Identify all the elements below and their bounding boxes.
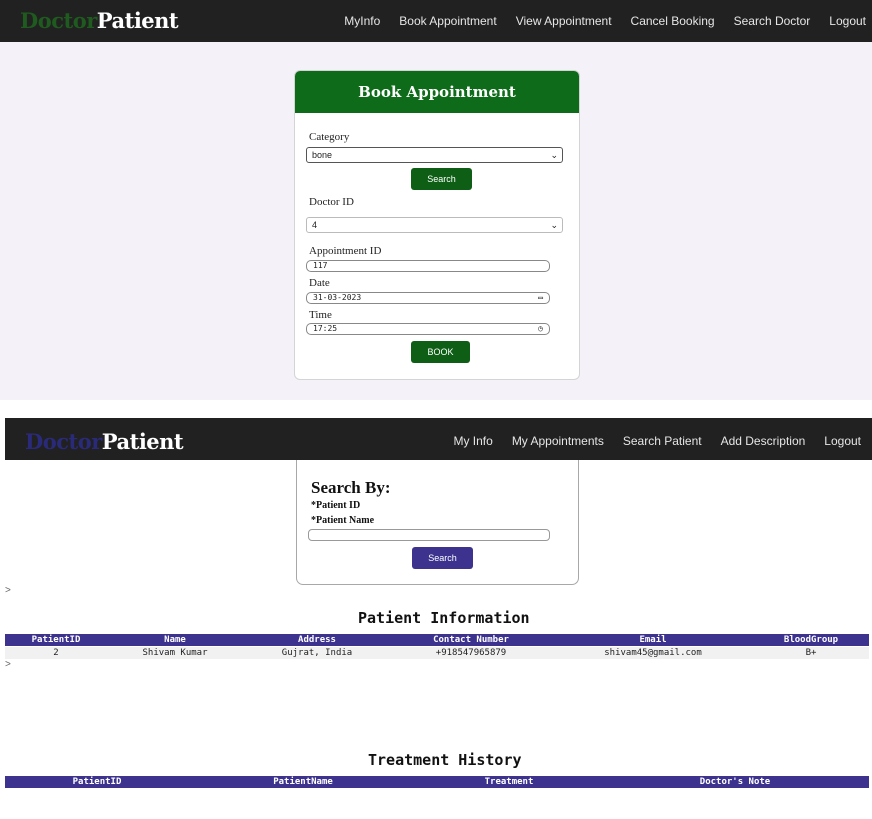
col-name: Name	[164, 635, 186, 645]
nav-links: MyInfo Book Appointment View Appointment…	[325, 0, 866, 42]
nav-add-description[interactable]: Add Description	[721, 434, 806, 448]
search-category-button[interactable]: Search	[411, 168, 472, 190]
calendar-icon[interactable]: ▭	[538, 293, 543, 303]
doctor-id-select[interactable]: 4 ⌄	[306, 217, 563, 233]
table-row[interactable]: 2 Shivam Kumar Gujrat, India +9185479658…	[5, 647, 869, 659]
book-button[interactable]: BOOK	[411, 341, 470, 363]
col-patientid: PatientID	[31, 635, 81, 645]
patient-search-input[interactable]	[308, 529, 550, 541]
prompt-marker: >	[5, 585, 11, 596]
doctor-id-label: Doctor ID	[309, 196, 354, 208]
nav-logout[interactable]: Logout	[824, 434, 861, 448]
nav-search-patient[interactable]: Search Patient	[623, 434, 702, 448]
prompt-marker: >	[5, 659, 11, 670]
cell-bloodgroup: B+	[805, 648, 817, 658]
nav-links: My Info My Appointments Search Patient A…	[434, 418, 861, 464]
search-patient-card: Search By: *Patient ID *Patient Name Sea…	[296, 460, 579, 585]
col-email: Email	[639, 635, 667, 645]
cell-address: Gujrat, India	[281, 648, 353, 658]
col-treatment: Treatment	[484, 777, 534, 787]
chevron-down-icon: ⌄	[550, 150, 558, 160]
nav-cancel-booking[interactable]: Cancel Booking	[631, 14, 715, 28]
category-value: bone	[312, 150, 333, 160]
date-input[interactable]: 31-03-2023 ▭	[306, 292, 550, 304]
date-label: Date	[309, 277, 330, 289]
search-patient-screen: DoctorPatient My Info My Appointments Se…	[0, 418, 872, 819]
patient-info-header: PatientID Name Address Contact Number Em…	[5, 634, 869, 646]
nav-my-info[interactable]: My Info	[453, 434, 492, 448]
top-navbar: DoctorPatient My Info My Appointments Se…	[5, 418, 872, 460]
clock-icon[interactable]: ◷	[538, 324, 543, 334]
col-bloodgroup: BloodGroup	[783, 635, 839, 645]
treatment-history-header: PatientID PatientName Treatment Doctor's…	[5, 776, 869, 788]
appointment-id-label: Appointment ID	[309, 245, 382, 257]
time-label: Time	[309, 309, 332, 321]
nav-myinfo[interactable]: MyInfo	[344, 14, 380, 28]
col-patientid: PatientID	[72, 777, 122, 787]
doctor-id-value: 4	[312, 220, 318, 230]
option-patient-id: *Patient ID	[311, 500, 361, 511]
time-value: 17:25	[313, 324, 338, 333]
cell-contact-number: +918547965879	[435, 648, 507, 658]
patient-info-title: Patient Information	[358, 609, 530, 627]
option-patient-name: *Patient Name	[311, 515, 375, 526]
category-select[interactable]: bone ⌄	[306, 147, 563, 163]
treatment-history-title: Treatment History	[368, 751, 522, 769]
top-navbar: DoctorPatient MyInfo Book Appointment Vi…	[0, 0, 872, 42]
search-patient-button[interactable]: Search	[412, 547, 473, 569]
time-input[interactable]: 17:25 ◷	[306, 323, 550, 335]
col-patientname: PatientName	[273, 777, 333, 787]
nav-book-appointment[interactable]: Book Appointment	[399, 14, 496, 28]
card-title: Book Appointment	[295, 71, 579, 113]
col-contact-number: Contact Number	[433, 635, 509, 645]
nav-search-doctor[interactable]: Search Doctor	[734, 14, 811, 28]
col-doctors-note: Doctor's Note	[699, 777, 771, 787]
cell-name: Shivam Kumar	[142, 648, 208, 658]
brand-logo[interactable]: DoctorPatient	[20, 8, 179, 33]
brand-logo[interactable]: DoctorPatient	[25, 429, 184, 454]
chevron-down-icon: ⌄	[550, 220, 558, 230]
book-appointment-screen: DoctorPatient MyInfo Book Appointment Vi…	[0, 0, 872, 400]
nav-logout[interactable]: Logout	[829, 14, 866, 28]
search-by-title: Search By:	[311, 478, 391, 497]
col-address: Address	[298, 635, 336, 645]
book-appointment-card: Book Appointment Category bone ⌄ Search …	[294, 70, 580, 380]
cell-email: shivam45@gmail.com	[604, 648, 702, 658]
nav-my-appointments[interactable]: My Appointments	[512, 434, 604, 448]
nav-view-appointment[interactable]: View Appointment	[516, 14, 612, 28]
date-value: 31-03-2023	[313, 293, 362, 302]
cell-patientid: 2	[53, 648, 59, 658]
category-label: Category	[309, 131, 350, 143]
appointment-id-input[interactable]: 117	[306, 260, 550, 272]
